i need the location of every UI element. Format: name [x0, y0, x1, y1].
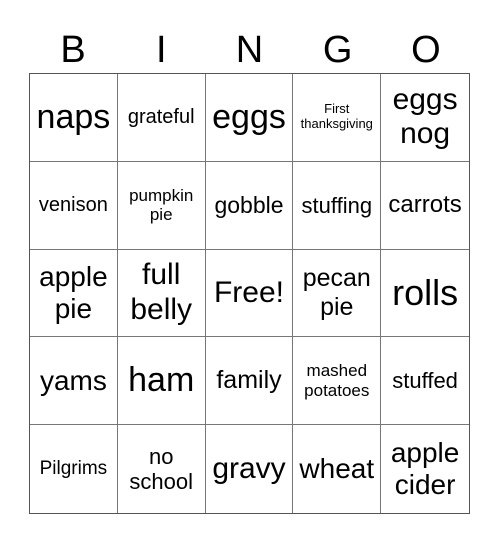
bingo-cell[interactable]: Pilgrims [30, 425, 118, 513]
bingo-cell[interactable]: stuffing [293, 161, 382, 250]
bingo-card-grid: naps grateful eggs First thanksgiving eg… [29, 73, 470, 514]
bingo-cell[interactable]: apple pie [30, 249, 118, 338]
bingo-cell[interactable]: family [205, 337, 294, 426]
bingo-cell[interactable]: ham [117, 337, 206, 426]
header-letter-o: O [411, 29, 441, 71]
bingo-cell[interactable]: grateful [117, 74, 206, 162]
bingo-cell[interactable]: apple cider [381, 425, 469, 513]
header-letter-b: B [60, 29, 86, 71]
header-letter-n: N [235, 29, 264, 71]
bingo-cell[interactable]: wheat [293, 425, 382, 513]
bingo-cell[interactable]: venison [30, 161, 118, 250]
free-space-cell[interactable]: Free! [205, 249, 294, 338]
bingo-cell[interactable]: naps [30, 74, 118, 162]
bingo-cell[interactable]: rolls [381, 250, 469, 338]
bingo-cell[interactable]: First thanksgiving [293, 74, 382, 162]
bingo-cell[interactable]: eggs [205, 74, 294, 162]
bingo-cell[interactable]: pecan pie [293, 249, 382, 338]
header-letter-g: G [322, 29, 353, 71]
header-letter-i: I [156, 29, 167, 71]
bingo-cell[interactable]: pumpkin pie [117, 161, 206, 250]
bingo-cell[interactable]: gravy [206, 425, 294, 513]
bingo-cell[interactable]: gobble [205, 161, 294, 250]
bingo-cell[interactable]: eggs nog [381, 74, 469, 162]
bingo-cell[interactable]: carrots [381, 162, 469, 250]
bingo-cell[interactable]: mashed potatoes [293, 337, 382, 426]
bingo-header: B I N G O [29, 28, 470, 73]
bingo-cell[interactable]: yams [30, 337, 118, 426]
bingo-cell[interactable]: no school [118, 425, 206, 513]
bingo-cell[interactable]: full belly [117, 249, 206, 338]
bingo-cell[interactable]: stuffed [381, 337, 469, 426]
